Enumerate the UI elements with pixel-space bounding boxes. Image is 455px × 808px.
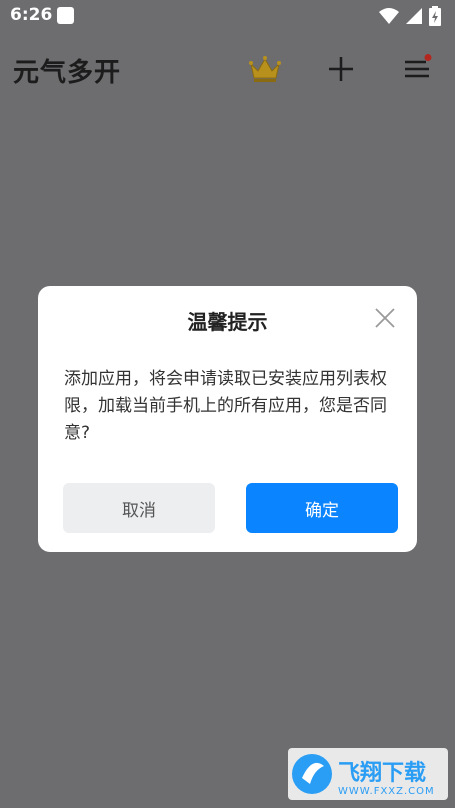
battery-icon [429, 6, 441, 26]
app-title: 元气多开 [13, 58, 122, 88]
status-icons [379, 6, 441, 26]
signal-icon [406, 8, 422, 24]
add-icon[interactable] [326, 54, 356, 84]
menu-icon[interactable] [402, 54, 432, 84]
watermark-url: WWW.FXXZ.COM [338, 786, 435, 797]
menu-badge-dot [424, 54, 432, 61]
close-icon[interactable] [374, 307, 396, 329]
notification-app-icon [57, 7, 74, 24]
status-time: 6:26 [10, 5, 53, 25]
permission-dialog: 温馨提示 添加应用，将会申请读取已安装应用列表权限，加载当前手机上的所有应用，您… [38, 286, 417, 552]
app-header: 元气多开 [0, 32, 455, 106]
wifi-icon [379, 8, 399, 24]
dialog-message: 添加应用，将会申请读取已安装应用列表权限，加载当前手机上的所有应用，您是否同意? [64, 369, 387, 443]
dialog-title: 温馨提示 [187, 310, 268, 334]
cancel-button[interactable]: 取消 [63, 483, 215, 533]
status-bar: 6:26 [0, 0, 455, 32]
confirm-button[interactable]: 确定 [246, 483, 398, 533]
crown-icon[interactable] [248, 54, 282, 84]
watermark-brand: 飞翔下载 [338, 760, 426, 786]
